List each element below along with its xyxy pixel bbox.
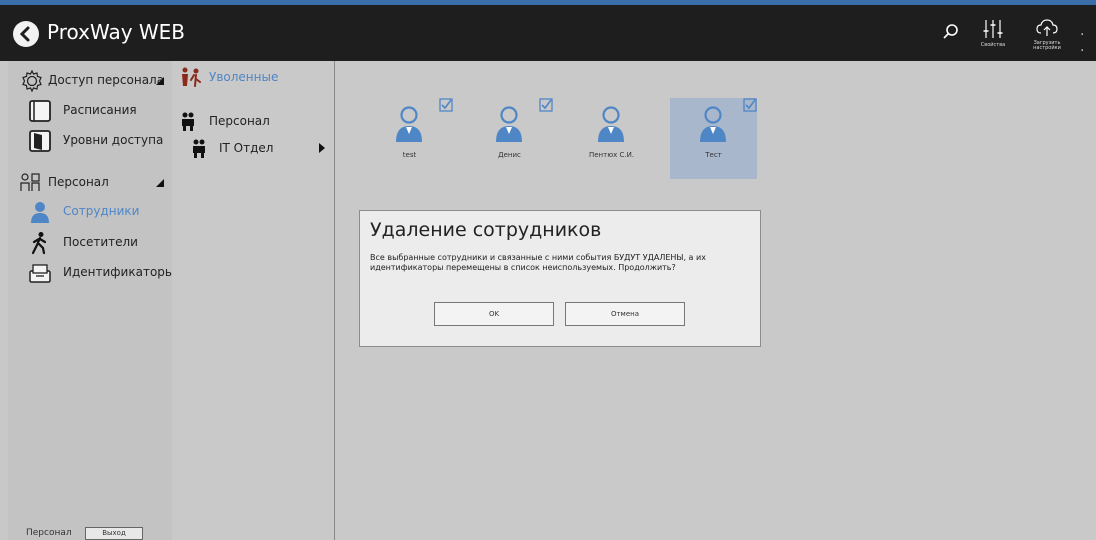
- settings-label: Свойства: [980, 42, 1006, 48]
- sidebar-item-visitors[interactable]: Посетители: [8, 231, 172, 255]
- employee-avatar-icon: [598, 106, 624, 142]
- sidebar-group-staff-access[interactable]: Доступ персонала: [8, 69, 172, 93]
- ok-button[interactable]: OK: [434, 302, 554, 326]
- tree-item-it-department[interactable]: IT Отдел: [191, 138, 321, 160]
- collapse-arrow-icon[interactable]: [156, 179, 164, 187]
- more-menu-button[interactable]: . .: [1080, 23, 1096, 55]
- upload-settings-button[interactable]: Загрузить настройки: [1030, 19, 1064, 51]
- employee-card[interactable]: Пентюх С.И.: [568, 98, 655, 179]
- tree-item-label: Уволенные: [209, 70, 279, 84]
- employee-card-selected[interactable]: Тест: [670, 98, 757, 179]
- settings-button[interactable]: Свойства: [977, 19, 1009, 48]
- checkbox-checked-icon[interactable]: [539, 98, 553, 112]
- checkbox-checked-icon[interactable]: [439, 98, 453, 112]
- employee-name: Денис: [498, 151, 521, 159]
- department-tree: Уволенные Персонал IT Отдел: [172, 61, 335, 540]
- sliders-icon: [983, 20, 1003, 38]
- collapse-arrow-icon[interactable]: [156, 77, 164, 85]
- employee-avatar-icon: [396, 106, 422, 142]
- sidebar-item-employees[interactable]: Сотрудники: [8, 200, 172, 224]
- sidebar-item-identifiers[interactable]: Идентификаторы: [8, 261, 175, 285]
- fired-people-icon: [182, 67, 201, 87]
- sidebar-group-label: Доступ персонала: [48, 73, 165, 87]
- employee-avatar-icon: [700, 106, 726, 142]
- exit-button[interactable]: Выход: [85, 527, 143, 540]
- employee-card[interactable]: Денис: [466, 98, 553, 179]
- checkbox-checked-icon[interactable]: [743, 98, 757, 112]
- sidebar-group-label: Персонал: [48, 175, 109, 189]
- tree-item-personnel[interactable]: Персонал: [180, 111, 330, 133]
- sidebar: Доступ персонала Расписания Уровни досту…: [8, 61, 175, 540]
- employee-name: Пентюх С.И.: [588, 151, 635, 159]
- search-icon: [943, 24, 958, 39]
- employee-name: Тест: [705, 151, 722, 159]
- staff-group-icon: [182, 112, 194, 131]
- calendar-icon: [29, 100, 51, 122]
- footer-section-label: Персонал: [26, 528, 72, 538]
- back-button[interactable]: [13, 21, 39, 47]
- employee-icon: [31, 202, 49, 223]
- sidebar-item-label: Посетители: [63, 235, 138, 249]
- upload-settings-label: Загрузить настройки: [1033, 40, 1061, 51]
- sidebar-item-access-levels[interactable]: Уровни доступа: [8, 129, 172, 153]
- cloud-upload-icon: [1036, 19, 1058, 36]
- door-icon: [29, 130, 51, 152]
- sidebar-footer: Персонал Выход: [8, 526, 172, 540]
- chevron-left-icon: [19, 26, 30, 42]
- sidebar-item-label: Сотрудники: [63, 204, 140, 218]
- gear-icon: [22, 69, 42, 93]
- delete-employees-dialog: Удаление сотрудников Все выбранные сотру…: [359, 210, 761, 347]
- app-title: ProxWay WEB: [47, 20, 186, 44]
- tree-item-label: Персонал: [209, 114, 270, 128]
- expand-arrow-icon[interactable]: [319, 143, 325, 153]
- sidebar-item-schedules[interactable]: Расписания: [8, 99, 172, 123]
- employee-name: test: [402, 151, 417, 159]
- cancel-button[interactable]: Отмена: [565, 302, 685, 326]
- employee-avatar-icon: [496, 106, 522, 142]
- people-tree-icon: [20, 173, 40, 191]
- sidebar-item-label: Уровни доступа: [63, 133, 164, 147]
- top-bar: ProxWay WEB Свойства Загрузить настройки…: [0, 5, 1096, 61]
- dialog-message: Все выбранные сотрудники и связанные с н…: [370, 253, 706, 272]
- staff-group-icon: [193, 139, 205, 158]
- dialog-title: Удаление сотрудников: [370, 219, 602, 241]
- sidebar-group-personnel[interactable]: Персонал: [8, 171, 172, 195]
- tree-item-label: IT Отдел: [219, 141, 274, 155]
- search-button[interactable]: [942, 23, 960, 45]
- walking-person-icon: [31, 232, 47, 255]
- sidebar-item-label: Идентификаторы: [63, 265, 175, 279]
- card-box-icon: [29, 264, 51, 283]
- employee-card[interactable]: test: [366, 98, 453, 179]
- sidebar-item-label: Расписания: [63, 103, 137, 117]
